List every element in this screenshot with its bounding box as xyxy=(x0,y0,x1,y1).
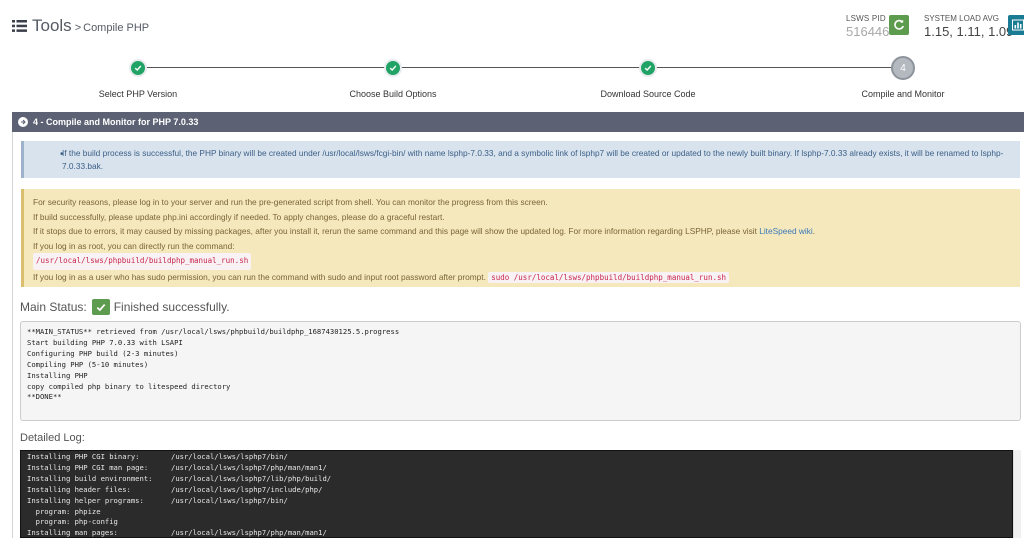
arrow-circle-right-icon xyxy=(18,117,28,127)
page-header: Tools > Compile PHP LSWS PID 516446 SYST… xyxy=(0,0,1024,56)
step-compile-and-monitor[interactable]: 4 Compile and Monitor xyxy=(803,56,1003,99)
info-text: If the build process is successful, the … xyxy=(62,148,1004,171)
main-status-value: Finished successfully. xyxy=(113,300,230,314)
check-icon xyxy=(134,65,142,71)
refresh-icon xyxy=(894,19,904,30)
step-done-indicator xyxy=(129,59,147,77)
progress-line: Configuring PHP build (2-3 minutes) xyxy=(27,348,179,358)
system-load: SYSTEM LOAD AVG 1.15, 1.11, 1.09 xyxy=(924,14,1013,39)
warning-line-sudo: If you log in as a user who has sudo per… xyxy=(33,270,1012,286)
log-row: Installing PHP CGI binary:/usr/local/lsw… xyxy=(27,452,288,461)
log-row: Installing man pages:/usr/local/lsws/lsp… xyxy=(27,528,327,538)
main-status: Main Status: Finished successfully. xyxy=(20,299,230,315)
breadcrumb-current: Compile PHP xyxy=(83,22,150,34)
log-scrollbar[interactable] xyxy=(1013,450,1021,538)
pid-label: LSWS PID xyxy=(846,14,886,23)
progress-line: Start building PHP 7.0.33 with LSAPI xyxy=(27,337,183,347)
warning-line-security: For security reasons, please log in to y… xyxy=(33,197,548,207)
check-icon xyxy=(389,65,397,71)
check-icon xyxy=(91,299,110,315)
lsws-pid: LSWS PID 516446 xyxy=(846,14,889,39)
breadcrumb: Tools > Compile PHP xyxy=(12,16,149,36)
warning-line-build: If build successfully, please update php… xyxy=(33,211,445,222)
step-done-indicator xyxy=(639,59,657,77)
refresh-button[interactable] xyxy=(889,15,909,35)
step-label: Choose Build Options xyxy=(349,89,437,99)
wizard-steps: Select PHP Version Choose Build Options … xyxy=(0,56,1024,106)
log-row: Installing build environment:/usr/local/… xyxy=(27,473,332,483)
load-value: 1.15, 1.11, 1.09 xyxy=(924,24,1014,39)
progress-line: Installing PHP xyxy=(27,370,88,380)
step-number: 4 xyxy=(891,56,915,80)
step-label: Compile and Monitor xyxy=(861,89,945,99)
litespeed-wiki-link[interactable]: LiteSpeed wiki xyxy=(759,226,813,236)
warning-alert: For security reasons, please log in to y… xyxy=(21,189,1020,287)
step-choose-build-options[interactable]: Choose Build Options xyxy=(293,56,493,99)
step-label: Download Source Code xyxy=(600,89,696,99)
check-icon xyxy=(644,65,652,71)
log-row: program: phpize xyxy=(27,506,101,516)
step-download-source-code[interactable]: Download Source Code xyxy=(548,56,748,99)
progress-line: Compiling PHP (5-10 minutes) xyxy=(27,359,149,369)
step-select-php-version[interactable]: Select PHP Version xyxy=(38,56,238,99)
step-done-indicator xyxy=(384,59,402,77)
breadcrumb-separator: > xyxy=(74,22,82,34)
detailed-log-output[interactable]: Installing PHP CGI binary:/usr/local/lsw… xyxy=(20,450,1013,538)
bar-chart-icon xyxy=(1012,19,1024,31)
main-status-label: Main Status: xyxy=(20,300,87,314)
log-row: Installing helper programs:/usr/local/ls… xyxy=(27,495,288,505)
progress-line: copy compiled php binary to litespeed di… xyxy=(27,381,231,391)
step-label: Select PHP Version xyxy=(98,89,178,99)
pid-value: 516446 xyxy=(846,24,890,39)
info-alert: • If the build process is successful, th… xyxy=(21,141,1020,178)
progress-output: **MAIN_STATUS** retrieved from /usr/loca… xyxy=(20,321,1021,421)
load-label: SYSTEM LOAD AVG xyxy=(924,14,999,23)
progress-line: **DONE** xyxy=(27,392,62,402)
root-command[interactable]: /usr/local/lsws/phpbuild/buildphp_manual… xyxy=(33,253,252,270)
sudo-command[interactable]: sudo /usr/local/lsws/phpbuild/buildphp_m… xyxy=(488,271,730,283)
log-row: program: php-config xyxy=(27,517,118,527)
page-title: Tools xyxy=(32,16,72,35)
progress-line: **MAIN_STATUS** retrieved from /usr/loca… xyxy=(27,327,400,336)
load-chart-button[interactable] xyxy=(1008,15,1024,35)
bullet-icon: • xyxy=(60,149,64,160)
log-row: Installing header files:/usr/local/lsws/… xyxy=(27,484,323,494)
section-header: 4 - Compile and Monitor for PHP 7.0.33 xyxy=(12,112,1024,132)
list-icon xyxy=(12,20,27,32)
detailed-log-label: Detailed Log: xyxy=(20,432,85,444)
wizard-connector xyxy=(138,67,902,68)
warning-line-root: If you log in as root, you can directly … xyxy=(33,240,235,251)
warning-line-errors: If it stops due to errors, it may caused… xyxy=(33,226,816,236)
log-row: Installing PHP CGI man page:/usr/local/l… xyxy=(27,462,327,472)
section-title: 4 - Compile and Monitor for PHP 7.0.33 xyxy=(33,117,199,127)
